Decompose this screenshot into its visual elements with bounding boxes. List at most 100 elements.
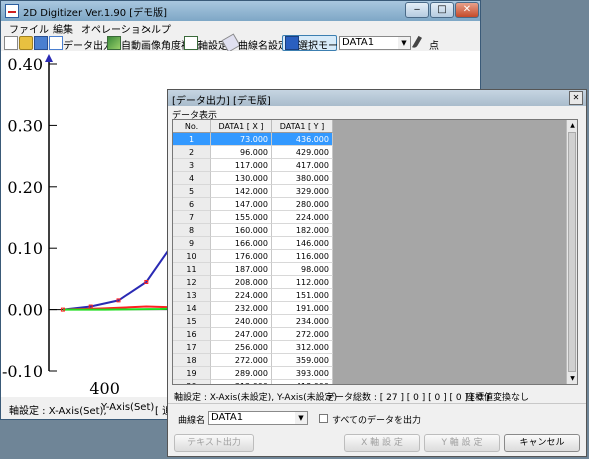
grid-cell-no[interactable]: 2 <box>173 146 211 159</box>
grid-cell-x[interactable]: 272.000 <box>211 354 272 367</box>
scroll-thumb[interactable] <box>568 132 576 372</box>
maximize-button[interactable]: □ <box>430 2 454 18</box>
grid-cell-x[interactable]: 240.000 <box>211 315 272 328</box>
text-output-button[interactable]: テキスト出力 <box>174 434 254 452</box>
grid-cell-y[interactable]: 359.000 <box>272 354 333 367</box>
dialog-titlebar[interactable]: [データ出力] [デモ版] ✕ <box>168 90 586 107</box>
series-select[interactable]: DATA1 ▼ <box>339 36 411 50</box>
table-row[interactable]: 16 247.000 272.000 <box>173 328 333 341</box>
table-row[interactable]: 15 240.000 234.000 <box>173 315 333 328</box>
table-row[interactable]: 7 155.000 224.000 <box>173 211 333 224</box>
grid-cell-y[interactable]: 436.000 <box>272 133 333 146</box>
grid-cell-x[interactable]: 130.000 <box>211 172 272 185</box>
grid-cell-no[interactable]: 3 <box>173 159 211 172</box>
table-row[interactable]: 1 73.000 436.000 <box>173 133 333 146</box>
point-mode-button[interactable]: 点 <box>429 37 439 52</box>
grid-cell-no[interactable]: 5 <box>173 185 211 198</box>
grid-cell-y[interactable]: 418.000 <box>272 380 333 384</box>
data-grid[interactable]: No. DATA1 [ X ] DATA1 [ Y ] 1 73.000 436.0… <box>172 119 578 385</box>
grid-cell-x[interactable]: 155.000 <box>211 211 272 224</box>
grid-header-y[interactable]: DATA1 [ Y ] <box>272 120 333 133</box>
grid-cell-x[interactable]: 232.000 <box>211 302 272 315</box>
grid-cell-x[interactable]: 117.000 <box>211 159 272 172</box>
pen-icon[interactable] <box>412 35 422 50</box>
grid-cell-no[interactable]: 12 <box>173 276 211 289</box>
grid-header-x[interactable]: DATA1 [ X ] <box>211 120 272 133</box>
grid-cell-y[interactable]: 393.000 <box>272 367 333 380</box>
grid-cell-no[interactable]: 15 <box>173 315 211 328</box>
table-row[interactable]: 6 147.000 280.000 <box>173 198 333 211</box>
data-output-button[interactable]: データ出力 <box>63 37 113 52</box>
table-row[interactable]: 9 166.000 146.000 <box>173 237 333 250</box>
grid-cell-y[interactable]: 280.000 <box>272 198 333 211</box>
grid-cell-no[interactable]: 9 <box>173 237 211 250</box>
grid-cell-y[interactable]: 151.000 <box>272 289 333 302</box>
grid-cell-no[interactable]: 10 <box>173 250 211 263</box>
grid-cell-x[interactable]: 247.000 <box>211 328 272 341</box>
table-row[interactable]: 8 160.000 182.000 <box>173 224 333 237</box>
grid-cell-y[interactable]: 98.000 <box>272 263 333 276</box>
cancel-button[interactable]: キャンセル <box>504 434 580 452</box>
grid-cell-no[interactable]: 20 <box>173 380 211 384</box>
grid-cell-x[interactable]: 73.000 <box>211 133 272 146</box>
table-row[interactable]: 11 187.000 98.000 <box>173 263 333 276</box>
minimize-button[interactable]: ‒ <box>405 2 429 18</box>
grid-cell-x[interactable]: 208.000 <box>211 276 272 289</box>
table-row[interactable]: 5 142.000 329.000 <box>173 185 333 198</box>
grid-cell-y[interactable]: 191.000 <box>272 302 333 315</box>
grid-cell-x[interactable]: 166.000 <box>211 237 272 250</box>
table-row[interactable]: 19 289.000 393.000 <box>173 367 333 380</box>
grid-cell-x[interactable]: 224.000 <box>211 289 272 302</box>
grid-cell-y[interactable]: 272.000 <box>272 328 333 341</box>
main-titlebar[interactable]: 2D Digitizer Ver.1.90 [デモ版] ‒ □ ✕ <box>1 1 480 21</box>
grid-cell-no[interactable]: 14 <box>173 302 211 315</box>
table-row[interactable]: 12 208.000 112.000 <box>173 276 333 289</box>
table-row[interactable]: 20312.000418.000 <box>173 380 333 384</box>
curve-name-button[interactable]: 曲線名設定 <box>238 37 288 52</box>
table-row[interactable]: 3 117.000 417.000 <box>173 159 333 172</box>
y-axis-settings-button[interactable]: Y 軸 設 定 <box>424 434 500 452</box>
scroll-down-icon[interactable]: ▼ <box>567 373 577 384</box>
grid-cell-no[interactable]: 1 <box>173 133 211 146</box>
select-mode-button[interactable]: 選択モード <box>282 35 348 52</box>
grid-cell-x[interactable]: 187.000 <box>211 263 272 276</box>
grid-cell-y[interactable]: 234.000 <box>272 315 333 328</box>
auto-rotate-icon[interactable] <box>107 36 121 50</box>
grid-cell-y[interactable]: 112.000 <box>272 276 333 289</box>
grid-cell-x[interactable]: 142.000 <box>211 185 272 198</box>
all-data-label[interactable]: すべてのデータを出力 <box>332 413 421 426</box>
grid-cell-no[interactable]: 16 <box>173 328 211 341</box>
grid-cell-no[interactable]: 17 <box>173 341 211 354</box>
grid-header-no[interactable]: No. <box>173 120 211 133</box>
grid-cell-y[interactable]: 312.000 <box>272 341 333 354</box>
data-output-icon[interactable] <box>49 36 63 50</box>
grid-vertical-scrollbar[interactable]: ▲ ▼ <box>566 120 577 384</box>
table-row[interactable]: 17 256.000 312.000 <box>173 341 333 354</box>
table-row[interactable]: 14 232.000 191.000 <box>173 302 333 315</box>
x-axis-settings-button[interactable]: X 軸 設 定 <box>344 434 420 452</box>
grid-cell-y[interactable]: 380.000 <box>272 172 333 185</box>
table-row[interactable]: 4 130.000 380.000 <box>173 172 333 185</box>
grid-cell-y[interactable]: 417.000 <box>272 159 333 172</box>
grid-cell-no[interactable]: 6 <box>173 198 211 211</box>
table-row[interactable]: 2 96.000 429.000 <box>173 146 333 159</box>
grid-cell-y[interactable]: 182.000 <box>272 224 333 237</box>
menu-file[interactable]: ファイル <box>9 21 49 36</box>
grid-cell-no[interactable]: 4 <box>173 172 211 185</box>
grid-cell-y[interactable]: 329.000 <box>272 185 333 198</box>
save-icon[interactable] <box>34 36 48 50</box>
new-file-icon[interactable] <box>4 36 18 50</box>
grid-cell-y[interactable]: 429.000 <box>272 146 333 159</box>
grid-cell-x[interactable]: 289.000 <box>211 367 272 380</box>
curve-name-select[interactable]: DATA1 ▼ <box>208 411 308 425</box>
open-folder-icon[interactable] <box>19 36 33 50</box>
grid-cell-x[interactable]: 176.000 <box>211 250 272 263</box>
scroll-up-icon[interactable]: ▲ <box>567 120 577 131</box>
table-row[interactable]: 18 272.000 359.000 <box>173 354 333 367</box>
menu-edit[interactable]: 編集 <box>53 21 73 36</box>
grid-cell-y[interactable]: 116.000 <box>272 250 333 263</box>
axis-settings-icon[interactable] <box>184 36 198 50</box>
grid-cell-no[interactable]: 11 <box>173 263 211 276</box>
grid-cell-no[interactable]: 19 <box>173 367 211 380</box>
grid-cell-x[interactable]: 160.000 <box>211 224 272 237</box>
